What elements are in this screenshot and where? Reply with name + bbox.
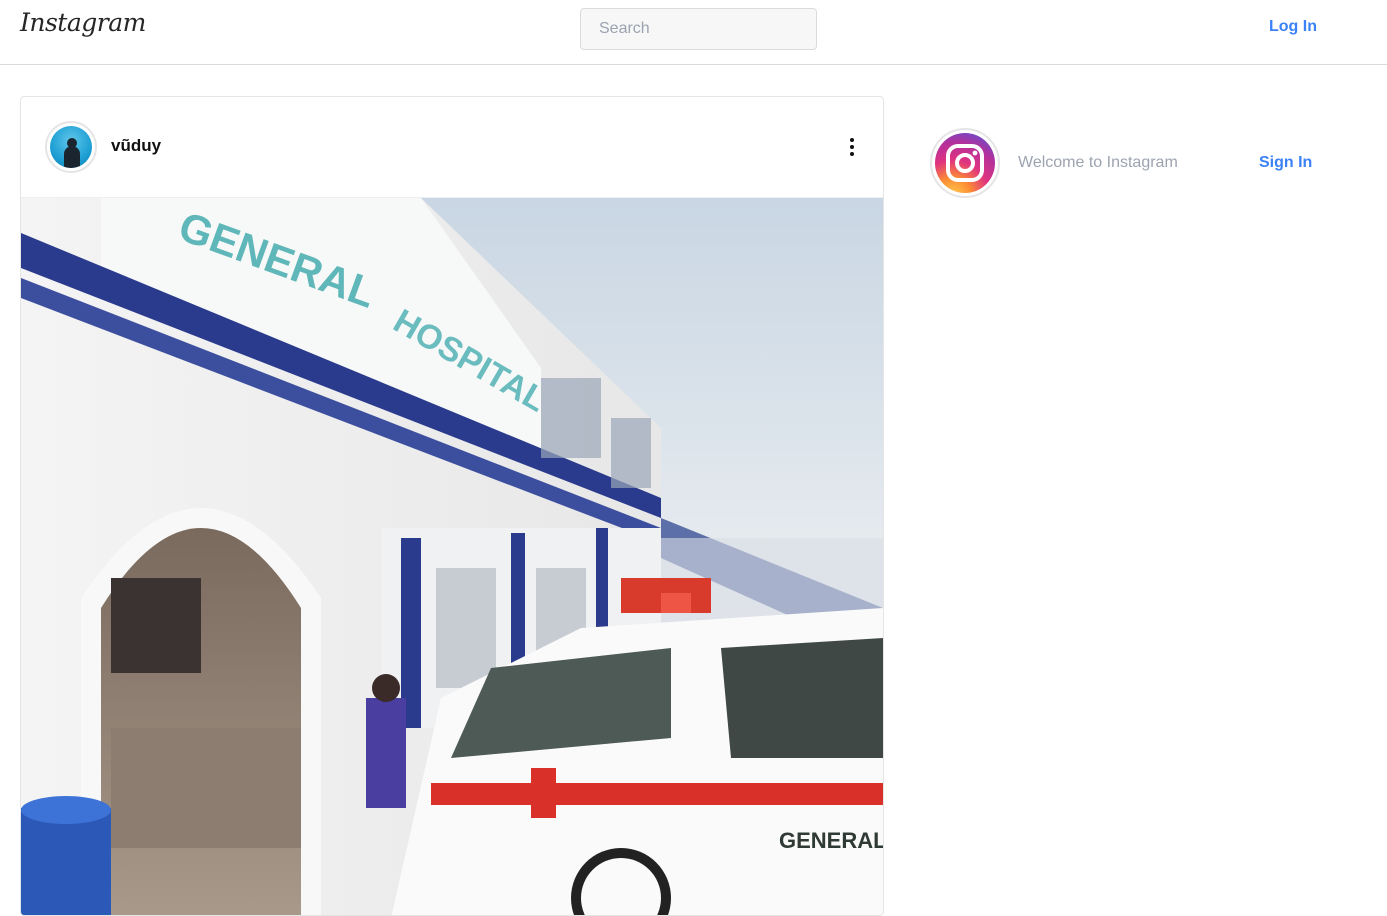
avatar[interactable]	[45, 121, 97, 173]
hospital-photo-icon: GENERAL HOSPITAL GENERAL	[21, 198, 883, 915]
instagram-logo-icon[interactable]	[930, 128, 1000, 198]
login-button[interactable]: Log In	[1269, 18, 1317, 36]
welcome-text: Welcome to Instagram	[1018, 154, 1178, 171]
instagram-logo[interactable]: Instagram	[20, 8, 146, 37]
svg-text:GENERAL: GENERAL	[779, 828, 883, 853]
top-navbar: Instagram Log In	[0, 0, 1387, 65]
post-username[interactable]: vũduy	[111, 136, 161, 156]
user-avatar-icon	[50, 126, 92, 168]
post-card: vũduy GENERAL HOSPITAL GENERAL	[20, 96, 884, 916]
signin-button[interactable]: Sign In	[1259, 154, 1312, 172]
post-image[interactable]: GENERAL HOSPITAL GENERAL	[21, 198, 883, 915]
sidebar: Welcome to Instagram Sign In	[930, 128, 1330, 200]
more-options-icon[interactable]	[841, 135, 863, 159]
search-input[interactable]	[580, 8, 817, 50]
post-header: vũduy	[21, 97, 883, 198]
